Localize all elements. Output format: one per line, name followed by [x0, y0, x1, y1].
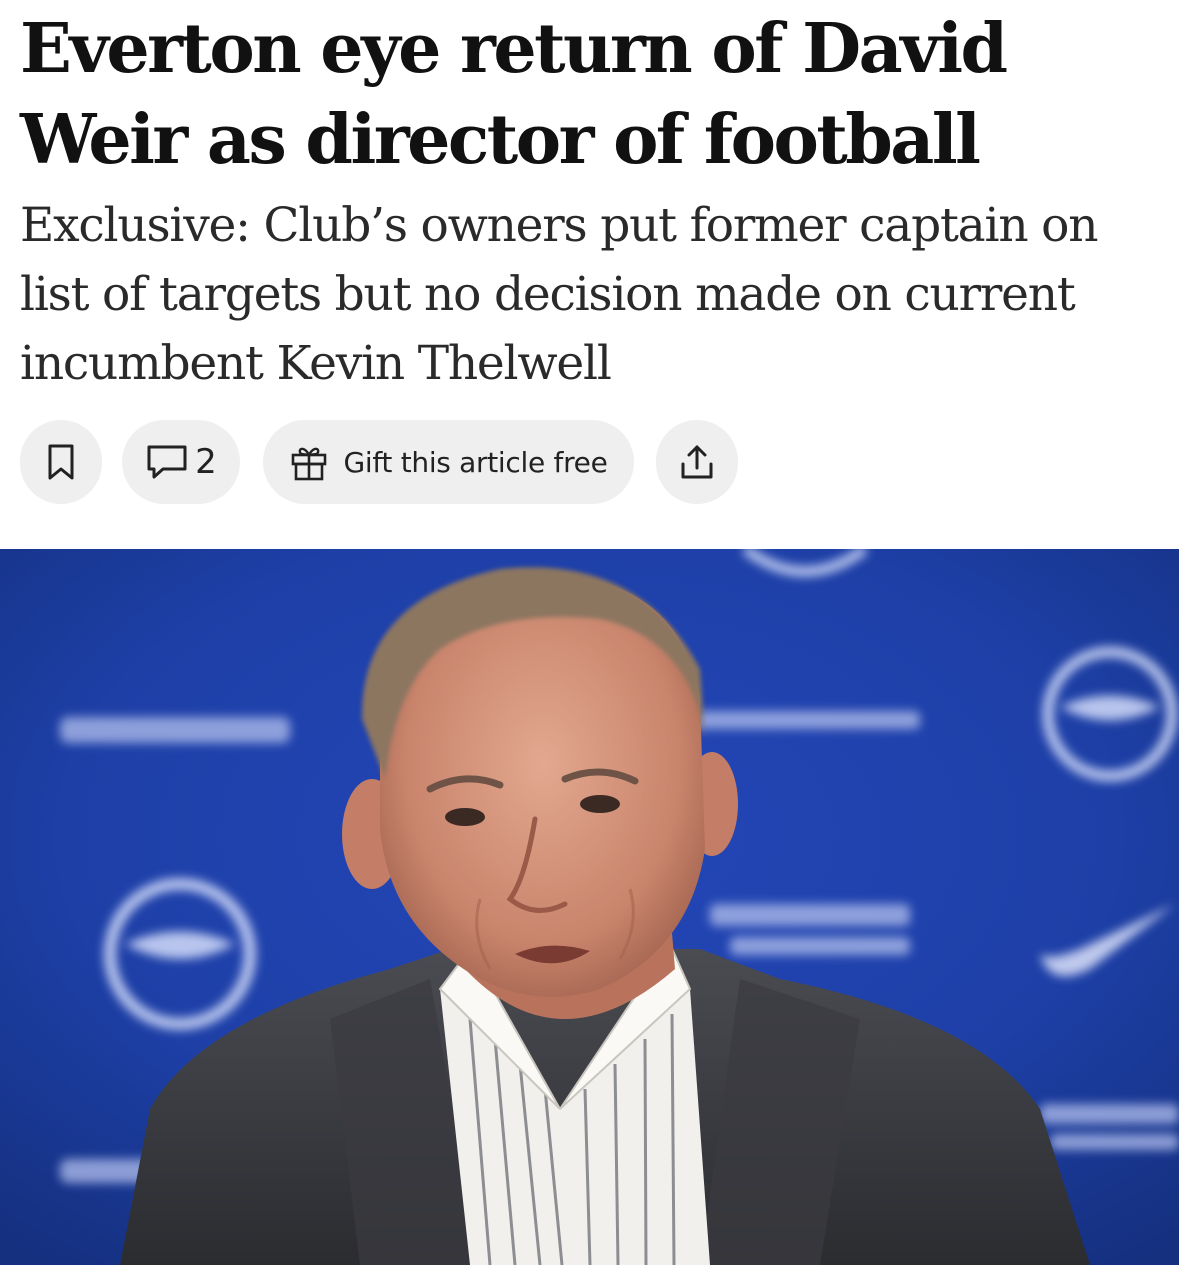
article-hero-image[interactable]	[0, 549, 1179, 1265]
bookmark-button[interactable]	[20, 420, 102, 504]
article-headline: Everton eye return of David Weir as dire…	[20, 9, 1008, 180]
bookmark-icon	[44, 443, 78, 481]
share-icon	[677, 442, 717, 482]
gift-icon	[289, 442, 329, 482]
gift-article-label: Gift this article free	[343, 445, 608, 479]
article-actions-bar: 2 Gift this article free	[20, 420, 1020, 508]
comments-button[interactable]: 2	[122, 420, 240, 504]
gift-article-button[interactable]: Gift this article free	[263, 420, 634, 504]
article-standfirst: Exclusive: Club’s owners put former capt…	[20, 198, 1099, 391]
comment-icon	[145, 443, 189, 481]
share-button[interactable]	[656, 420, 738, 504]
press-conference-photo	[0, 549, 1179, 1265]
comment-count: 2	[195, 442, 217, 482]
